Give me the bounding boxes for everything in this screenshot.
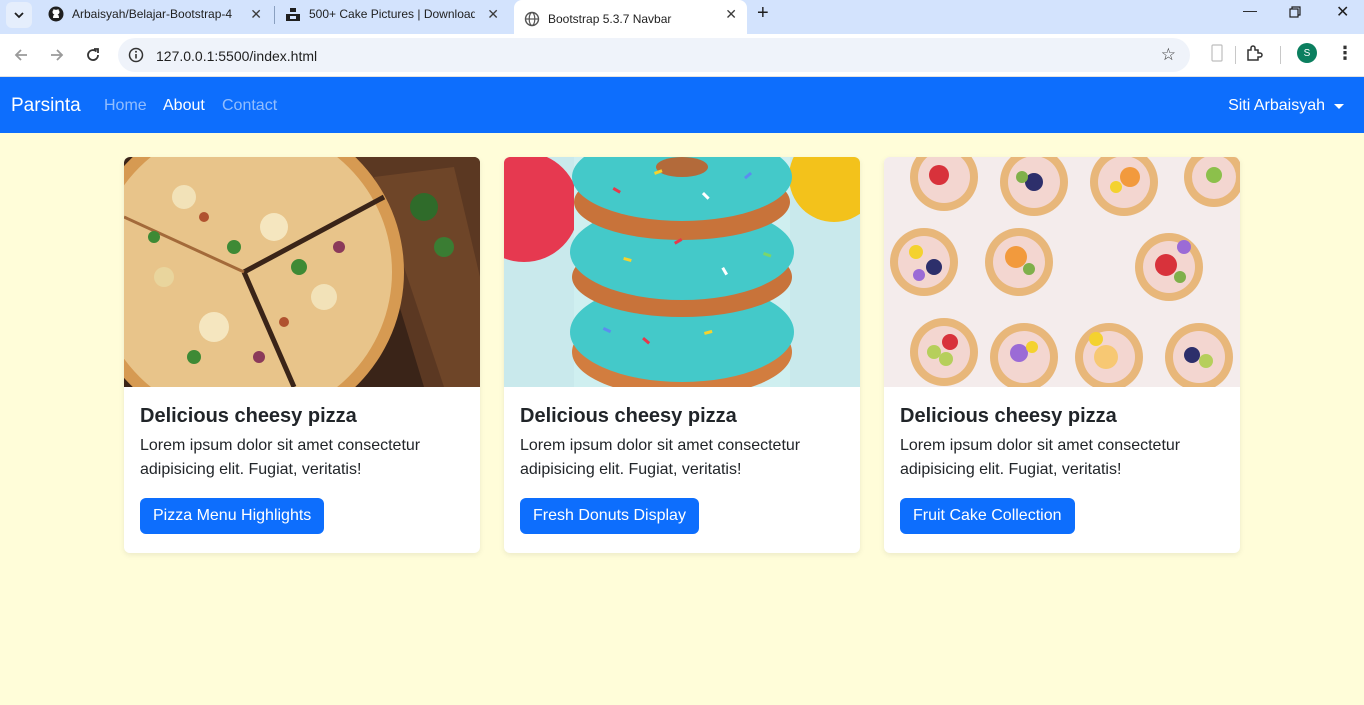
nav-link-contact[interactable]: Contact [222, 97, 277, 115]
nav-link-about[interactable]: About [163, 97, 205, 115]
minimize-icon[interactable]: — [1243, 2, 1257, 18]
unsplash-icon [285, 6, 301, 22]
card-body: Delicious cheesy pizza Lorem ipsum dolor… [504, 387, 860, 550]
user-dropdown[interactable]: Siti Arbaisyah [1228, 97, 1344, 115]
close-window-icon[interactable]: ✕ [1336, 2, 1349, 22]
card-text: Lorem ipsum dolor sit amet consectetur a… [900, 437, 1181, 478]
site-navbar: Parsinta Home About Contact Siti Arbaisy… [0, 77, 1364, 133]
pizza-image [124, 157, 480, 387]
card-text: Lorem ipsum dolor sit amet consectetur a… [520, 437, 801, 478]
card-body: Delicious cheesy pizza Lorem ipsum dolor… [124, 387, 480, 550]
restore-icon[interactable] [1289, 2, 1301, 21]
toolbar-divider [1280, 46, 1281, 64]
extensions-icon[interactable] [1245, 44, 1263, 67]
back-icon[interactable] [9, 43, 33, 67]
card-donuts: Delicious cheesy pizza Lorem ipsum dolor… [504, 157, 860, 553]
user-name: Siti Arbaisyah [1228, 97, 1325, 114]
card-title: Delicious cheesy pizza [520, 405, 737, 427]
url-text: 127.0.0.1:5500/index.html [156, 48, 318, 64]
new-tab-icon[interactable]: + [757, 2, 769, 25]
card-title: Delicious cheesy pizza [140, 405, 357, 427]
close-tab-icon[interactable]: ✕ [250, 6, 262, 23]
nav-link-home[interactable]: Home [104, 97, 147, 115]
github-icon [48, 6, 64, 22]
close-tab-icon[interactable]: ✕ [725, 6, 737, 23]
tab-cake-pictures[interactable]: 500+ Cake Pictures | Download ✕ [277, 0, 509, 24]
chevron-down-icon [14, 12, 24, 19]
card-title: Delicious cheesy pizza [900, 405, 1117, 427]
card-fruit-cake: Delicious cheesy pizza Lorem ipsum dolor… [884, 157, 1240, 553]
address-bar[interactable]: 127.0.0.1:5500/index.html ☆ [118, 38, 1190, 72]
tab-title: 500+ Cake Pictures | Download [309, 7, 475, 21]
profile-avatar[interactable]: S [1297, 43, 1317, 63]
donuts-image [504, 157, 860, 387]
site-info-icon[interactable] [128, 47, 144, 68]
card-pizza: Delicious cheesy pizza Lorem ipsum dolor… [124, 157, 480, 553]
card-text: Lorem ipsum dolor sit amet consectetur a… [140, 437, 421, 478]
navbar-brand[interactable]: Parsinta [11, 95, 81, 117]
toolbar-divider [1235, 46, 1236, 64]
more-menu-icon[interactable]: ⋮ [1336, 43, 1354, 64]
pizza-menu-button[interactable]: Pizza Menu Highlights [140, 498, 325, 534]
reload-icon[interactable] [81, 43, 105, 67]
reading-mode-icon[interactable] [1211, 44, 1223, 67]
browser-tab-bar: Arbaisyah/Belajar-Bootstrap-4 ✕ 500+ Cak… [0, 0, 1364, 34]
donuts-display-button[interactable]: Fresh Donuts Display [520, 498, 699, 534]
fruit-tarts-image [884, 157, 1240, 387]
tab-divider [274, 6, 275, 24]
card-body: Delicious cheesy pizza Lorem ipsum dolor… [884, 387, 1240, 550]
tab-title: Arbaisyah/Belajar-Bootstrap-4 [72, 7, 232, 21]
tab-search-button[interactable] [6, 2, 32, 28]
bookmark-star-icon[interactable]: ☆ [1161, 45, 1176, 65]
forward-icon[interactable] [45, 43, 69, 67]
tab-bootstrap-navbar[interactable]: Bootstrap 5.3.7 Navbar ✕ [514, 0, 747, 34]
globe-icon [524, 11, 540, 27]
caret-down-icon [1334, 103, 1344, 109]
tab-title: Bootstrap 5.3.7 Navbar [548, 12, 672, 26]
close-tab-icon[interactable]: ✕ [487, 6, 499, 23]
browser-toolbar: 127.0.0.1:5500/index.html ☆ S ⋮ [0, 34, 1364, 77]
fruit-cake-button[interactable]: Fruit Cake Collection [900, 498, 1075, 534]
tab-github[interactable]: Arbaisyah/Belajar-Bootstrap-4 ✕ [40, 0, 272, 24]
